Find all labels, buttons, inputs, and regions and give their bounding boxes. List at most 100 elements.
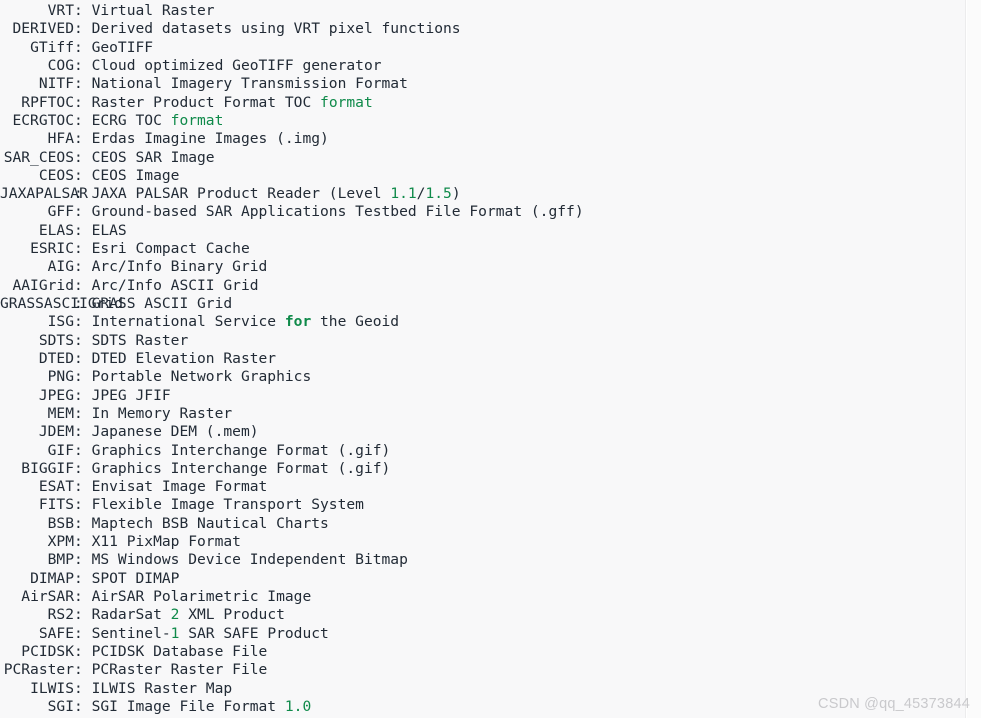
- driver-description: International Service: [91, 313, 285, 331]
- driver-separator: :: [74, 661, 92, 679]
- driver-line: BMP: MS Windows Device Independent Bitma…: [0, 551, 584, 569]
- driver-description: Portable Network Graphics: [91, 368, 312, 386]
- driver-separator: :: [74, 93, 92, 111]
- driver-description: Arc/Info ASCII Grid: [91, 276, 259, 294]
- driver-separator: :: [74, 459, 92, 477]
- driver-separator: :: [74, 313, 92, 331]
- driver-key: GIF: [47, 441, 74, 459]
- driver-description: SPOT DIMAP: [91, 569, 180, 587]
- driver-key: VRT: [47, 2, 74, 19]
- driver-description: Graphics Interchange Format (.gif): [91, 441, 391, 459]
- driver-key: SGI: [47, 697, 74, 715]
- driver-description: Graphics Interchange Format (.gif): [91, 459, 391, 477]
- driver-key: GFF: [47, 203, 74, 221]
- driver-line: GTiff: GeoTIFF: [0, 39, 584, 57]
- driver-key: MEM: [47, 404, 74, 422]
- driver-key: PCIDSK: [21, 642, 74, 660]
- driver-description: Ground-based SAR Applications Testbed Fi…: [91, 203, 584, 221]
- driver-separator: :: [74, 258, 92, 276]
- driver-token-num: 1.0: [284, 697, 312, 715]
- driver-separator: :: [74, 111, 92, 129]
- driver-line: RPFTOC: Raster Product Format TOC format: [0, 94, 584, 112]
- driver-token-kw: format: [170, 111, 224, 129]
- driver-description: CEOS SAR Image: [91, 148, 215, 166]
- driver-separator: :: [74, 642, 92, 660]
- driver-token-end: XML Product: [179, 606, 285, 624]
- driver-key: ESAT: [38, 478, 74, 496]
- driver-token-end: SAR SAFE Product: [179, 624, 329, 642]
- driver-description: Erdas Imagine Images (.img): [91, 130, 329, 148]
- driver-key: NITF: [38, 75, 74, 93]
- driver-separator: :: [74, 2, 92, 19]
- driver-line: ESRIC: Esri Compact Cache: [0, 240, 584, 258]
- driver-separator: :: [74, 20, 92, 38]
- driver-description: Virtual Raster: [91, 2, 215, 19]
- driver-separator: :: [74, 569, 92, 587]
- driver-description: X11 PixMap Format: [91, 533, 241, 551]
- driver-separator: :: [74, 240, 92, 258]
- driver-description: GRASS ASCII Grid: [91, 295, 233, 312]
- driver-list: VRT: Virtual Raster DERIVED: Derived data…: [0, 0, 584, 716]
- driver-separator: :: [74, 185, 92, 203]
- driver-separator: :: [74, 624, 92, 642]
- csdn-watermark: CSDN @qq_45373844: [818, 696, 970, 712]
- driver-token-num2: 1.5: [425, 185, 452, 203]
- driver-description: PCRaster Raster File: [91, 661, 268, 679]
- driver-token-end2: the Geoid: [311, 313, 400, 331]
- driver-token-lit: for: [284, 313, 312, 331]
- driver-line: BIGGIF: Graphics Interchange Format (.gi…: [0, 460, 584, 478]
- driver-line: ISG: International Service for the Geoid: [0, 313, 584, 331]
- driver-line: DERIVED: Derived datasets using VRT pixe…: [0, 20, 584, 38]
- driver-token-end: ): [451, 185, 461, 203]
- driver-description: SDTS Raster: [91, 331, 189, 349]
- driver-key: XPM: [47, 533, 74, 551]
- driver-key: ILWIS: [30, 679, 74, 697]
- driver-key: AIG: [47, 258, 74, 276]
- driver-separator: :: [74, 606, 92, 624]
- driver-description: Cloud optimized GeoTIFF generator: [91, 56, 382, 74]
- driver-description: Flexible Image Transport System: [91, 496, 364, 514]
- driver-separator: :: [74, 588, 92, 605]
- driver-separator: :: [74, 423, 92, 441]
- driver-separator: :: [74, 130, 92, 148]
- driver-description: In Memory Raster: [91, 404, 233, 422]
- driver-key: DIMAP: [30, 569, 74, 587]
- driver-key: HFA: [47, 130, 74, 148]
- driver-description: Envisat Image Format: [91, 478, 268, 496]
- driver-description: Raster Product Format TOC: [91, 93, 321, 111]
- driver-separator: :: [74, 386, 92, 404]
- driver-separator: :: [74, 221, 92, 239]
- driver-key: BIGGIF: [21, 459, 74, 477]
- driver-description: National Imagery Transmission Format: [91, 75, 408, 93]
- driver-description: GeoTIFF: [91, 38, 154, 56]
- driver-separator: :: [74, 478, 92, 496]
- driver-line: AIG: Arc/Info Binary Grid: [0, 258, 584, 276]
- driver-line: GIF: Graphics Interchange Format (.gif): [0, 442, 584, 460]
- driver-line: ESAT: Envisat Image Format: [0, 478, 584, 496]
- driver-key: ISG: [47, 313, 74, 331]
- driver-description: MS Windows Device Independent Bitmap: [91, 551, 408, 569]
- driver-key: RS2: [47, 606, 74, 624]
- driver-key: JAXAPALSAR: [0, 185, 88, 203]
- driver-description: ELAS: [91, 221, 127, 239]
- driver-line: DIMAP: SPOT DIMAP: [0, 570, 584, 588]
- driver-key: BMP: [47, 551, 74, 569]
- driver-separator: :: [74, 404, 92, 422]
- driver-description: Japanese DEM (.mem): [91, 423, 259, 441]
- driver-key: AAIGrid: [12, 276, 74, 294]
- driver-key: ESRIC: [30, 240, 74, 258]
- driver-line: ECRGTOC: ECRG TOC format: [0, 112, 584, 130]
- driver-line: SDTS: SDTS Raster: [0, 332, 584, 350]
- driver-key: GRASSASCIIGrid: [0, 295, 124, 312]
- driver-separator: :: [74, 441, 92, 459]
- driver-separator: :: [74, 551, 92, 569]
- driver-key: SDTS: [38, 331, 74, 349]
- driver-key: DERIVED: [12, 20, 74, 38]
- driver-description: ECRG TOC: [91, 111, 171, 129]
- driver-key: PCRaster: [3, 661, 74, 679]
- driver-description: AirSAR Polarimetric Image: [91, 588, 312, 605]
- driver-description: Arc/Info Binary Grid: [91, 258, 268, 276]
- driver-line: SGI: SGI Image File Format 1.0: [0, 698, 584, 716]
- driver-separator: :: [74, 166, 92, 184]
- driver-separator: :: [74, 514, 92, 532]
